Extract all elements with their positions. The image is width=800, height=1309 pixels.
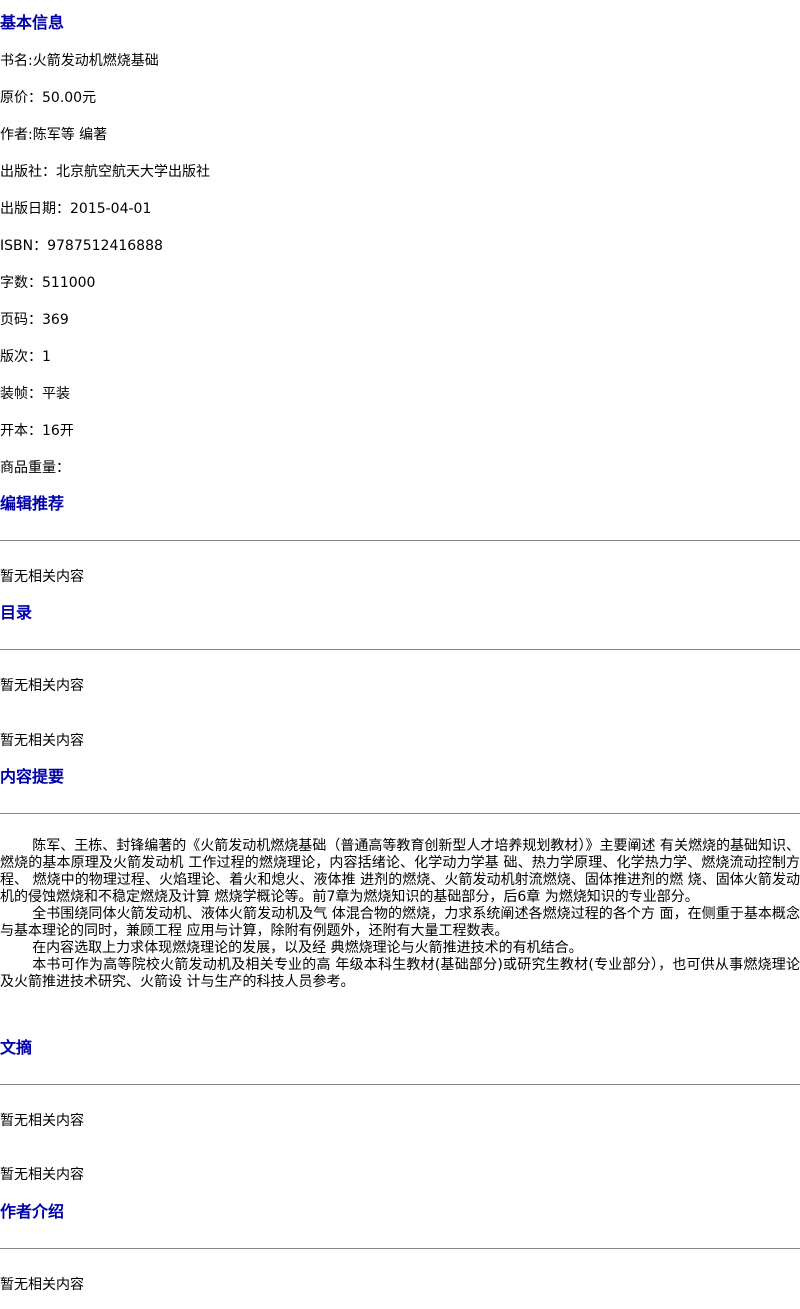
summary-paragraph: 在内容选取上力求体现燃烧理论的发展，以及经 典燃烧理论与火箭推进技术的有机结合。 xyxy=(32,940,583,956)
toc-text: 暂无相关内容 xyxy=(0,678,84,694)
field-publish-date: 出版日期：2015-04-01 xyxy=(0,201,152,217)
field-weight: 商品重量： xyxy=(0,460,70,476)
editor-recommend-heading: 编辑推荐 xyxy=(0,494,65,513)
summary-heading: 内容提要 xyxy=(0,767,65,786)
editor-recommend-text: 暂无相关内容 xyxy=(0,569,84,585)
excerpt-heading: 文摘 xyxy=(0,1038,33,1057)
section-divider xyxy=(0,1084,800,1085)
field-edition: 版次：1 xyxy=(0,349,51,365)
basic-info-heading: 基本信息 xyxy=(0,13,65,32)
field-word-count: 字数：511000 xyxy=(0,275,96,291)
section-divider xyxy=(0,1248,800,1249)
field-isbn: ISBN：9787512416888 xyxy=(0,238,163,254)
excerpt-text: 暂无相关内容 xyxy=(0,1113,84,1129)
author-intro-heading: 作者介绍 xyxy=(0,1202,65,1221)
author-intro-text: 暂无相关内容 xyxy=(0,1277,84,1293)
summary-paragraph: 陈军、王栋、封锋编著的《火箭发动机燃烧基础（普通高等教育创新型人才培养规划教材）… xyxy=(0,838,800,905)
excerpt-text-secondary: 暂无相关内容 xyxy=(0,1167,84,1183)
field-binding: 装帧：平装 xyxy=(0,386,70,402)
toc-heading: 目录 xyxy=(0,603,33,622)
section-divider xyxy=(0,540,800,541)
field-page-count: 页码：369 xyxy=(0,312,69,328)
summary-paragraph: 本书可作为高等院校火箭发动机及相关专业的高 年级本科生教材(基础部分)或研究生教… xyxy=(0,957,800,990)
field-publisher: 出版社：北京航空航天大学出版社 xyxy=(0,164,210,180)
field-price: 原价：50.00元 xyxy=(0,90,97,106)
field-format: 开本：16开 xyxy=(0,423,74,439)
field-author: 作者:陈军等 编著 xyxy=(0,127,108,143)
summary-body: 陈军、王栋、封锋编著的《火箭发动机燃烧基础（普通高等教育创新型人才培养规划教材）… xyxy=(0,838,800,991)
summary-paragraph: 全书围绕同体火箭发动机、液体火箭发动机及气 体混合物的燃烧，力求系统阐述各燃烧过… xyxy=(0,906,800,939)
section-divider xyxy=(0,813,800,814)
section-divider xyxy=(0,649,800,650)
toc-text-secondary: 暂无相关内容 xyxy=(0,733,84,749)
field-title: 书名:火箭发动机燃烧基础 xyxy=(0,53,159,69)
